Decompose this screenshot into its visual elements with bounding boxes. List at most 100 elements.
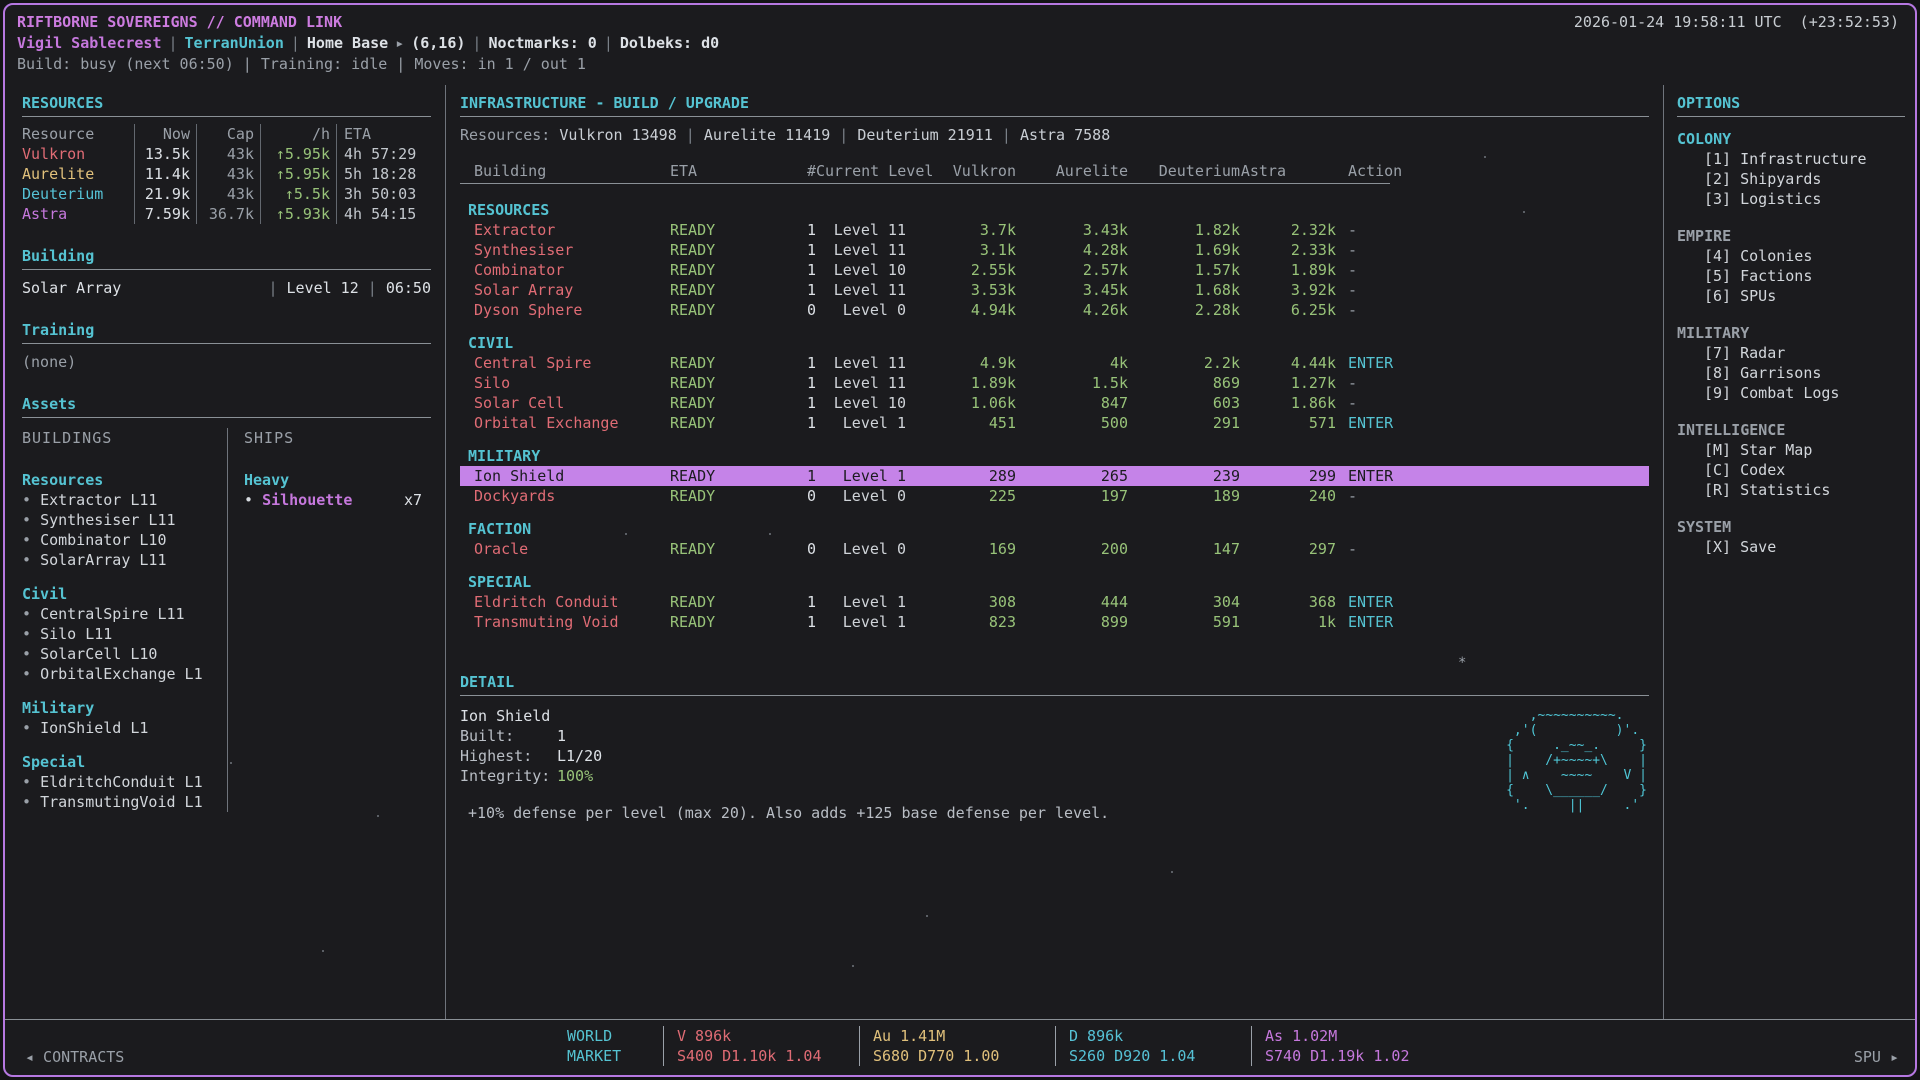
infra-cost-astra: 1.89k xyxy=(1240,260,1336,280)
resource-now: 21.9k xyxy=(134,184,196,204)
infrastructure-panel: INFRASTRUCTURE - BUILD / UPGRADE Resourc… xyxy=(446,85,1663,1019)
building-list-item: • SolarArray L11 xyxy=(22,550,227,570)
options-menu-item[interactable]: [5] Factions xyxy=(1677,266,1905,286)
infra-table-row[interactable]: CombinatorREADY1Level 102.55k2.57k1.57k1… xyxy=(460,260,1649,280)
infra-table-row[interactable]: Solar ArrayREADY1Level 113.53k3.45k1.68k… xyxy=(460,280,1649,300)
options-menu-item[interactable]: [X] Save xyxy=(1677,537,1905,557)
building-list-item: • TransmutingVoid L1 xyxy=(22,792,227,812)
infra-action[interactable]: ENTER xyxy=(1336,353,1649,373)
app-title: RIFTBORNE SOVEREIGNS // COMMAND LINK xyxy=(17,12,342,33)
options-menu-item[interactable]: [M] Star Map xyxy=(1677,440,1905,460)
infra-table-row[interactable]: DockyardsREADY0Level 0225197189240- xyxy=(460,486,1649,506)
infra-cost-aurelite: 200 xyxy=(1016,539,1128,559)
infra-count: 0 xyxy=(772,539,816,559)
market-entry-prices: S680 D770 1.00 xyxy=(873,1046,1055,1066)
infra-cost-vulkron: 3.53k xyxy=(906,280,1016,300)
ion-shield-ascii-art: ,~~~~~~~~~~. ,'( )'. { ._~~_. } | /+~~~~… xyxy=(1506,708,1647,813)
infra-group: FACTIONOracleREADY0Level 0169200147297- xyxy=(460,519,1649,559)
options-menu-item[interactable]: [4] Colonies xyxy=(1677,246,1905,266)
infra-table-row[interactable]: Central SpireREADY1Level 114.9k4k2.2k4.4… xyxy=(460,353,1649,373)
infra-table-row[interactable]: Orbital ExchangeREADY1Level 145150029157… xyxy=(460,413,1649,433)
infra-count: 0 xyxy=(772,300,816,320)
infra-table-row[interactable]: SynthesiserREADY1Level 113.1k4.28k1.69k2… xyxy=(460,240,1649,260)
infra-action: - xyxy=(1336,300,1649,320)
options-group: SYSTEM[X] Save xyxy=(1677,517,1905,557)
infra-building-name: Solar Array xyxy=(460,280,670,300)
building-list-item: • Synthesiser L11 xyxy=(22,510,227,530)
resources-summary-line: Resources: Vulkron 13498 | Aurelite 1141… xyxy=(460,125,1649,145)
infra-cost-aurelite: 500 xyxy=(1016,413,1128,433)
status-line: Build: busy (next 06:50) | Training: idl… xyxy=(17,54,586,75)
infra-table-row[interactable]: Solar CellREADY1Level 101.06k8476031.86k… xyxy=(460,393,1649,413)
asset-group: Special• EldritchConduit L1• Transmuting… xyxy=(22,752,227,812)
options-menu-item[interactable]: [3] Logistics xyxy=(1677,189,1905,209)
resource-row: Astra7.59k36.7k↑5.93k4h 54:15 xyxy=(22,204,431,224)
infra-table-row[interactable]: OracleREADY0Level 0169200147297- xyxy=(460,539,1649,559)
infra-cost-astra: 6.25k xyxy=(1240,300,1336,320)
infra-action: - xyxy=(1336,220,1649,240)
infra-table-row[interactable]: Dyson SphereREADY0Level 04.94k4.26k2.28k… xyxy=(460,300,1649,320)
building-list-item: • OrbitalExchange L1 xyxy=(22,664,227,684)
starfield-star: * xyxy=(1458,655,1466,671)
infra-cost-astra: 368 xyxy=(1240,592,1336,612)
infra-eta: READY xyxy=(670,486,772,506)
infra-action[interactable]: ENTER xyxy=(1336,413,1649,433)
separator: | xyxy=(677,126,704,144)
infra-cost-astra: 1.27k xyxy=(1240,373,1336,393)
infra-action[interactable]: ENTER xyxy=(1336,466,1649,486)
location-label[interactable]: Home Base xyxy=(307,33,388,54)
building-list-item: • Silo L11 xyxy=(22,624,227,644)
infra-group-name: MILITARY xyxy=(460,446,1649,466)
infra-table-row[interactable]: Transmuting VoidREADY1Level 18238995911k… xyxy=(460,612,1649,632)
infra-level: Level 1 xyxy=(816,612,906,632)
infra-building-name: Ion Shield xyxy=(460,466,670,486)
options-menu-item[interactable]: [6] SPUs xyxy=(1677,286,1905,306)
options-menu-item[interactable]: [8] Garrisons xyxy=(1677,363,1905,383)
infra-action: - xyxy=(1336,486,1649,506)
infra-table-row[interactable]: SiloREADY1Level 111.89k1.5k8691.27k- xyxy=(460,373,1649,393)
infra-count: 1 xyxy=(772,220,816,240)
infra-table-row[interactable]: Eldritch ConduitREADY1Level 130844430436… xyxy=(460,592,1649,612)
options-group: COLONY[1] Infrastructure[2] Shipyards[3]… xyxy=(1677,129,1905,209)
infra-table-row[interactable]: Ion ShieldREADY1Level 1289265239299ENTER xyxy=(460,466,1649,486)
contracts-nav[interactable]: ◂ CONTRACTS xyxy=(25,1048,124,1066)
options-group-name: SYSTEM xyxy=(1677,517,1905,537)
infra-action[interactable]: ENTER xyxy=(1336,612,1649,632)
bullet-icon: • xyxy=(22,511,40,529)
building-list-item: • Extractor L11 xyxy=(22,490,227,510)
infra-action[interactable]: ENTER xyxy=(1336,592,1649,612)
spu-nav[interactable]: SPU ▸ xyxy=(1854,1048,1899,1066)
options-group-name: MILITARY xyxy=(1677,323,1905,343)
options-menu-item[interactable]: [R] Statistics xyxy=(1677,480,1905,500)
detail-highest-label: Highest: xyxy=(460,746,557,766)
resource-name: Vulkron xyxy=(22,144,134,164)
building-list-item: • Combinator L10 xyxy=(22,530,227,550)
building-list-item: • SolarCell L10 xyxy=(22,644,227,664)
options-menu-item[interactable]: [9] Combat Logs xyxy=(1677,383,1905,403)
options-menu-item[interactable]: [1] Infrastructure xyxy=(1677,149,1905,169)
infra-action: - xyxy=(1336,539,1649,559)
separator: | xyxy=(368,279,377,297)
infra-group: CIVILCentral SpireREADY1Level 114.9k4k2.… xyxy=(460,333,1649,433)
bullet-icon: • xyxy=(22,491,40,509)
infra-count: 1 xyxy=(772,612,816,632)
assets-panel-title: Assets xyxy=(22,394,431,414)
command-link-window: RIFTBORNE SOVEREIGNS // COMMAND LINK 202… xyxy=(3,3,1917,1077)
building-panel-title: Building xyxy=(22,246,431,266)
asset-group: Heavy• Silhouettex7 xyxy=(244,470,431,510)
resource-cap: 36.7k xyxy=(196,204,260,224)
market-entry: D 896kS260 D920 1.04 xyxy=(1055,1026,1251,1066)
resource-amount: Astra 7588 xyxy=(1020,126,1110,144)
options-menu-item[interactable]: [C] Codex xyxy=(1677,460,1905,480)
resource-row: Vulkron13.5k43k↑5.95k4h 57:29 xyxy=(22,144,431,164)
infra-table-row[interactable]: ExtractorREADY1Level 113.7k3.43k1.82k2.3… xyxy=(460,220,1649,240)
building-list-label: Extractor L11 xyxy=(40,491,157,509)
resources-line-label: Resources: xyxy=(460,126,559,144)
player-name: Vigil Sablecrest xyxy=(17,33,162,54)
infra-eta: READY xyxy=(670,240,772,260)
infra-cost-deuterium: 291 xyxy=(1128,413,1240,433)
options-menu-item[interactable]: [2] Shipyards xyxy=(1677,169,1905,189)
separator: | xyxy=(830,126,857,144)
ship-name: Silhouette xyxy=(262,491,352,509)
options-menu-item[interactable]: [7] Radar xyxy=(1677,343,1905,363)
